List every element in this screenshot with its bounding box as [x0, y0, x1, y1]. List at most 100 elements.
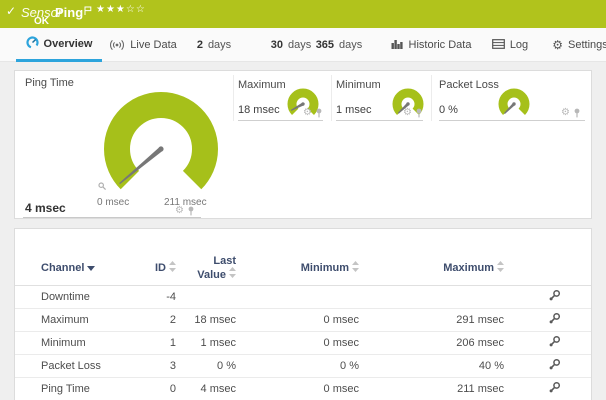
last-value: 0 %	[176, 360, 236, 372]
column-header-minimum[interactable]: Minimum	[301, 261, 359, 275]
log-icon	[492, 39, 505, 52]
channel-name: Minimum	[15, 337, 151, 349]
sort-desc-icon	[87, 262, 95, 274]
gauge-tools: ⚙	[403, 108, 423, 118]
last-value: 4 msec	[176, 383, 236, 395]
channel-settings-icon[interactable]	[548, 381, 561, 397]
channels-panel: Channel ID LastValue Minimum Maximum Dow…	[14, 228, 592, 400]
channel-name: Downtime	[15, 291, 151, 303]
last-value: 1 msec	[176, 337, 236, 349]
priority-stars[interactable]: ★★★☆☆	[96, 4, 146, 15]
tab-log[interactable]: Log	[490, 28, 530, 62]
table-row-ping-time: Ping Time 0 4 msec 0 msec 211 msec	[15, 378, 591, 400]
channel-name: Packet Loss	[15, 360, 151, 372]
sort-icon	[497, 261, 504, 275]
channel-settings-icon[interactable]	[548, 312, 561, 328]
gear-icon[interactable]: ⚙	[403, 108, 412, 118]
tab-number: 2	[197, 39, 203, 51]
gauge-cell-minimum: Minimum 1 msec ⚙	[331, 75, 431, 121]
tab-overview[interactable]: Overview	[16, 28, 102, 62]
table-row-packet-loss: Packet Loss 3 0 % 0 % 40 %	[15, 355, 591, 378]
pin-icon[interactable]	[573, 108, 581, 118]
gauge-tools: ⚙	[175, 206, 195, 216]
gauge-label: Minimum	[336, 79, 381, 91]
channel-name: Maximum	[15, 314, 151, 326]
channel-settings-icon[interactable]	[548, 335, 561, 351]
maximum-value: 40 %	[359, 360, 504, 372]
table-header-row: Channel ID LastValue Minimum Maximum	[15, 251, 591, 286]
tab-label: Settings	[568, 39, 606, 51]
channel-name: Ping Time	[15, 383, 151, 395]
gauge-cell-packet-loss: Packet Loss 0 % ⚙	[431, 75, 589, 121]
minimum-value: 0 %	[236, 360, 359, 372]
gauge-tools: ⚙	[303, 108, 323, 118]
pin-icon[interactable]	[187, 206, 195, 216]
table-row-maximum: Maximum 2 18 msec 0 msec 291 msec	[15, 309, 591, 332]
minimum-value: 0 msec	[236, 337, 359, 349]
column-header-id[interactable]: ID	[155, 261, 176, 275]
column-header-last-value[interactable]: LastValue	[197, 255, 236, 281]
tab-365-days[interactable]: 365 days	[313, 28, 365, 62]
divider	[238, 120, 323, 121]
gauge-tools: ⚙	[561, 108, 581, 118]
gear-icon[interactable]: ⚙	[561, 108, 570, 118]
gear-icon[interactable]: ⚙	[303, 108, 312, 118]
tab-live-data[interactable]: Live Data	[112, 28, 174, 62]
minimum-value: 0 msec	[236, 383, 359, 395]
gauge-cell-maximum: Maximum 18 msec ⚙	[233, 75, 331, 121]
divider	[336, 120, 423, 121]
minimum-value: 0 msec	[236, 314, 359, 326]
sort-icon	[352, 261, 359, 275]
column-header-maximum[interactable]: Maximum	[443, 261, 504, 275]
maximum-value: 206 msec	[359, 337, 504, 349]
tab-2-days[interactable]: 2 days	[194, 28, 234, 62]
tab-historic-data[interactable]: Historic Data	[392, 28, 470, 62]
sort-icon	[169, 261, 176, 275]
channel-id: 2	[151, 314, 176, 326]
tab-settings[interactable]: ⚙ Settings	[552, 28, 606, 62]
channel-settings-icon[interactable]	[548, 358, 561, 374]
sensor-name: Ping	[55, 5, 83, 20]
channel-id: 0	[151, 383, 176, 395]
divider	[23, 217, 201, 218]
ok-check-icon: ✓	[6, 4, 16, 18]
tab-unit: days	[339, 39, 362, 51]
gear-icon[interactable]: ⚙	[175, 206, 184, 216]
sensor-page: ✓ Sensor Ping ★★★☆☆ OK Overview Live Dat…	[0, 0, 606, 400]
channel-settings-icon[interactable]	[548, 289, 561, 305]
bar-chart-icon	[391, 39, 404, 52]
ping-time-gauge	[86, 91, 236, 203]
gauges-panel: Ping Time 0 msec 211 msec 4 msec ⚙ Maxim…	[14, 70, 592, 219]
maximum-value: 291 msec	[359, 314, 504, 326]
channel-id: 3	[151, 360, 176, 372]
live-data-icon	[109, 38, 125, 53]
channel-id: 1	[151, 337, 176, 349]
gauge-value: 1 msec	[336, 104, 371, 116]
channel-id: -4	[151, 291, 176, 303]
tab-unit: days	[208, 39, 231, 51]
packet-loss-gauge	[496, 86, 532, 122]
scale-zoom-icon[interactable]	[98, 178, 107, 196]
status-badge: OK	[34, 16, 49, 27]
last-value: 18 msec	[176, 314, 236, 326]
pin-icon[interactable]	[315, 108, 323, 118]
sort-icon	[229, 267, 236, 281]
tab-number: 365	[316, 39, 334, 51]
tab-label: Live Data	[130, 39, 176, 51]
primary-gauge-label: Ping Time	[25, 77, 74, 89]
tab-bar: Overview Live Data 2 days 30 days 365 da…	[0, 28, 606, 62]
gauge-label: Maximum	[238, 79, 286, 91]
gauge-icon	[26, 36, 39, 52]
tab-number: 30	[271, 39, 283, 51]
table-row-minimum: Minimum 1 1 msec 0 msec 206 msec	[15, 332, 591, 355]
tab-label: Overview	[44, 38, 93, 50]
gauge-value: 18 msec	[238, 104, 280, 116]
gear-icon: ⚙	[552, 38, 563, 52]
tab-30-days[interactable]: 30 days	[268, 28, 314, 62]
maximum-value: 211 msec	[359, 383, 504, 395]
pin-icon[interactable]	[415, 108, 423, 118]
gauge-value: 0 %	[439, 104, 458, 116]
column-header-channel[interactable]: Channel	[41, 262, 95, 274]
tab-unit: days	[288, 39, 311, 51]
divider	[439, 120, 585, 121]
